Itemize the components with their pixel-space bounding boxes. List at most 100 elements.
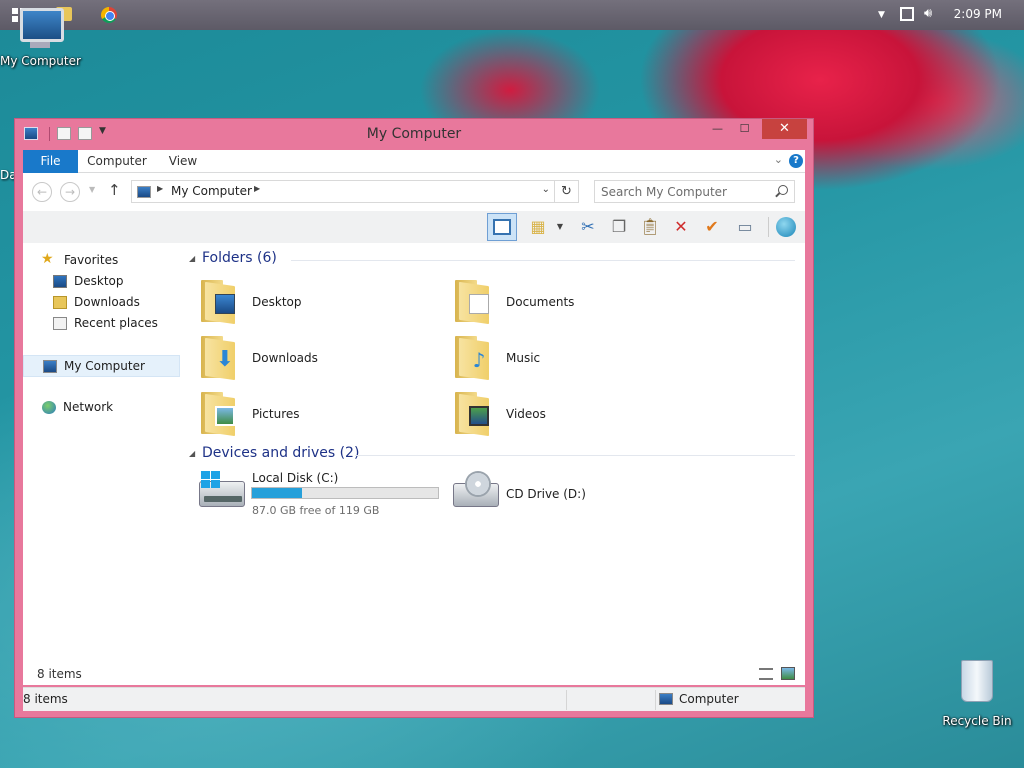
- desktop-recycle-bin[interactable]: Recycle Bin: [938, 660, 1016, 728]
- clock[interactable]: 2:09 PM: [954, 7, 1002, 21]
- monitor-stand: [30, 42, 50, 48]
- status-divider: [566, 690, 567, 710]
- computer-icon: [43, 360, 57, 373]
- nav-recent-places-label: Recent places: [74, 316, 158, 330]
- network-icon[interactable]: [900, 7, 914, 21]
- drive-usage-fill: [252, 488, 303, 498]
- computer-icon: [20, 8, 64, 42]
- forward-button[interactable]: →: [60, 182, 80, 202]
- breadcrumb[interactable]: My Computer: [171, 184, 252, 198]
- recent-places-icon: [53, 317, 67, 330]
- show-hidden-icons-icon[interactable]: ▼: [878, 10, 885, 20]
- back-button[interactable]: ←: [32, 182, 52, 202]
- drive-local-disk-c[interactable]: Local Disk (C:) 87.0 GB free of 119 GB: [189, 471, 449, 521]
- help-icon[interactable]: ?: [789, 154, 803, 168]
- refresh-button[interactable]: ↻: [554, 181, 578, 202]
- folder-name: Videos: [506, 407, 546, 421]
- paste-button[interactable]: 📋︎: [637, 214, 663, 240]
- address-dropdown-icon[interactable]: ⌄: [542, 184, 550, 195]
- breadcrumb-separator-icon[interactable]: ▶: [254, 184, 260, 193]
- group-divider: [291, 260, 795, 261]
- recent-locations-icon[interactable]: ▼: [89, 185, 95, 194]
- network-icon: [42, 401, 56, 414]
- drive-name: CD Drive (D:): [506, 487, 586, 501]
- nav-network-label: Network: [63, 400, 114, 414]
- address-bar[interactable]: ▶ My Computer ▶ ⌄ ↻: [131, 180, 579, 203]
- drives-group-title: Devices and drives (2): [202, 445, 360, 461]
- disc-icon: [465, 471, 491, 497]
- select-all-button[interactable]: ✔: [699, 214, 725, 240]
- chrome-icon[interactable]: [101, 7, 117, 23]
- nav-my-computer-label: My Computer: [64, 359, 145, 373]
- desktop-my-computer-label: My Computer: [0, 54, 81, 68]
- folder-icon: [455, 278, 493, 325]
- item-count-bar: 8 items: [23, 663, 805, 685]
- drive-cd-d[interactable]: CD Drive (D:): [443, 471, 683, 521]
- content-area: ★ Favorites Desktop Downloads Recent pla…: [23, 243, 805, 685]
- cut-button[interactable]: ✂: [575, 214, 601, 240]
- pane-icon: [493, 219, 511, 235]
- folder-icon: ⬇: [201, 334, 239, 381]
- drive-free-space: 87.0 GB free of 119 GB: [252, 504, 380, 517]
- globe-icon: [776, 217, 796, 237]
- folders-group-title: Folders (6): [202, 250, 277, 266]
- nav-desktop[interactable]: Desktop: [23, 271, 179, 292]
- computer-icon: [137, 186, 151, 198]
- windows-logo-icon: [201, 471, 221, 489]
- folder-name: Documents: [506, 295, 575, 309]
- collapse-arrow-icon[interactable]: ◢: [189, 254, 195, 263]
- nav-downloads-label: Downloads: [74, 295, 140, 309]
- status-divider: [655, 690, 656, 710]
- navigation-pane: ★ Favorites Desktop Downloads Recent pla…: [23, 243, 181, 685]
- status-item-count: 8 items: [23, 692, 68, 706]
- folder-downloads[interactable]: ⬇ Downloads: [189, 333, 429, 385]
- window-title: My Computer: [366, 126, 462, 142]
- star-icon: ★: [41, 251, 54, 267]
- title-bar[interactable]: ▼ My Computer — ☐ ✕: [15, 119, 813, 149]
- folder-music[interactable]: ♪ Music: [443, 333, 683, 385]
- copy-button[interactable]: ❐: [606, 214, 632, 240]
- search-input[interactable]: [601, 184, 771, 200]
- nav-downloads[interactable]: Downloads: [23, 292, 179, 313]
- close-button[interactable]: ✕: [762, 119, 807, 139]
- web-button[interactable]: [773, 214, 799, 240]
- details-view-icon[interactable]: [759, 668, 773, 680]
- collapse-arrow-icon[interactable]: ◢: [189, 449, 195, 458]
- tab-view[interactable]: View: [163, 150, 203, 173]
- nav-recent-places[interactable]: Recent places: [23, 313, 179, 334]
- taskbar: ▼ 🔊︎ 2:09 PM: [0, 0, 1024, 30]
- command-bar: ▦ ▼ ✂ ❐ 📋︎ ✕ ✔ ▭: [23, 211, 805, 243]
- item-count: 8 items: [37, 667, 82, 681]
- tab-computer[interactable]: Computer: [85, 150, 149, 173]
- nav-network[interactable]: Network: [23, 397, 179, 418]
- drive-usage-bar: [251, 487, 439, 499]
- maximize-button[interactable]: ☐: [731, 119, 758, 139]
- folder-name: Downloads: [252, 351, 318, 365]
- folder-desktop[interactable]: Desktop: [189, 277, 429, 329]
- folder-icon: [455, 390, 493, 437]
- folder-videos[interactable]: Videos: [443, 389, 683, 441]
- tab-file[interactable]: File: [23, 150, 78, 173]
- expand-ribbon-icon[interactable]: ⌄: [774, 153, 783, 166]
- desktop-my-computer[interactable]: My Computer: [0, 8, 81, 68]
- minimize-button[interactable]: —: [704, 119, 731, 139]
- breadcrumb-separator-icon[interactable]: ▶: [157, 184, 163, 193]
- folder-documents[interactable]: Documents: [443, 277, 683, 329]
- search-box[interactable]: [594, 180, 795, 203]
- properties-dropdown-icon[interactable]: ▼: [555, 214, 565, 240]
- folder-name: Pictures: [252, 407, 300, 421]
- up-button[interactable]: ↑: [108, 181, 121, 199]
- computer-icon: [659, 693, 673, 705]
- rename-button[interactable]: ▭: [732, 214, 758, 240]
- nav-my-computer[interactable]: My Computer: [23, 355, 180, 377]
- folder-icon: [201, 278, 239, 325]
- preview-pane-button[interactable]: [487, 213, 517, 241]
- nav-favorites[interactable]: ★ Favorites: [23, 250, 179, 271]
- properties-button[interactable]: ▦: [525, 214, 551, 240]
- desktop-clipped-label[interactable]: Da: [0, 168, 14, 182]
- search-icon[interactable]: [778, 185, 788, 195]
- delete-button[interactable]: ✕: [668, 214, 694, 240]
- volume-icon[interactable]: 🔊︎: [924, 6, 932, 21]
- large-icons-view-icon[interactable]: [781, 667, 795, 680]
- folder-pictures[interactable]: Pictures: [189, 389, 429, 441]
